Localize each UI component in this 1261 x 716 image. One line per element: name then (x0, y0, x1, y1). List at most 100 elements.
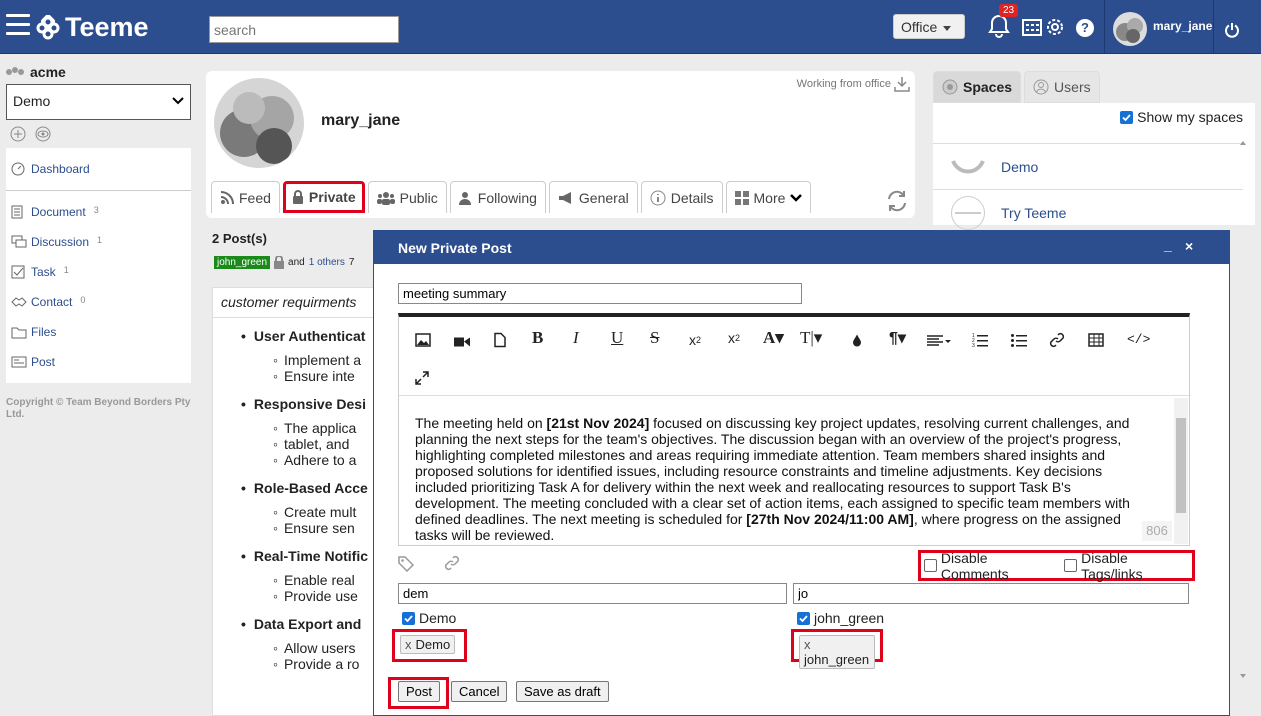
bold-icon[interactable]: B (532, 328, 543, 347)
eye-icon[interactable] (34, 126, 52, 142)
user-menu[interactable]: mary_jane (1104, 0, 1214, 54)
text-color-icon[interactable] (852, 331, 862, 349)
sidebar-item-files[interactable]: Files (6, 317, 191, 347)
show-my-spaces-toggle[interactable]: Show my spaces (1120, 109, 1243, 125)
file-icon[interactable] (494, 331, 506, 349)
cancel-button[interactable]: Cancel (451, 681, 508, 702)
ordered-list-icon[interactable]: 123 (972, 331, 988, 349)
tab-details[interactable]: Details (640, 181, 723, 213)
subscript-icon[interactable]: x2 (689, 331, 701, 349)
post-content: customer requirments User Authenticat Im… (212, 287, 374, 716)
tab-general[interactable]: General (548, 181, 638, 213)
list-item[interactable]: Try Teeme (933, 189, 1243, 235)
calendar-icon[interactable] (1022, 18, 1042, 36)
bell-icon[interactable] (988, 14, 1010, 38)
sidebar-item-post[interactable]: Post (6, 347, 191, 377)
tab-label: Private (308, 189, 356, 205)
tab-more[interactable]: More (725, 181, 812, 213)
italic-icon[interactable]: I (573, 328, 579, 347)
editor-content[interactable]: The meeting held on [21st Nov 2024] focu… (415, 415, 1145, 543)
fullscreen-icon[interactable] (415, 369, 429, 387)
underline-icon[interactable]: U (611, 328, 623, 347)
workspace-dropdown[interactable]: Office (893, 14, 965, 39)
new-post-dialog: New Private Post _ × B I U S x2 x2 A▾ T|… (373, 230, 1230, 716)
strikethrough-icon[interactable]: S (650, 328, 659, 347)
tab-following[interactable]: Following (449, 181, 546, 213)
count-badge: 1 (63, 265, 69, 275)
count-badge: 3 (93, 205, 99, 215)
code-view-icon[interactable]: </> (1127, 330, 1150, 348)
unordered-list-icon[interactable] (1011, 331, 1027, 349)
tab-feed[interactable]: Feed (211, 181, 280, 213)
list-item[interactable]: Demo (933, 143, 1243, 189)
space-option-demo[interactable]: Demo (402, 610, 456, 626)
sidebar-item-task[interactable]: Task 1 (6, 257, 191, 287)
font-size-icon[interactable]: A▾ (763, 328, 784, 347)
tab-spaces[interactable]: Spaces (933, 71, 1022, 103)
editor-scrollbar[interactable] (1174, 398, 1188, 544)
author-tag[interactable]: john_green (214, 256, 271, 269)
superscript-icon[interactable]: x2 (728, 329, 740, 347)
editor-text-segment: [27th Nov 2024/11:00 AM] (746, 511, 914, 527)
disable-tags-checkbox[interactable] (1064, 559, 1078, 572)
chip-remove-icon[interactable]: x (804, 637, 811, 652)
sidebar-item-dashboard[interactable]: Dashboard (6, 154, 191, 184)
folder-icon (11, 327, 27, 338)
checkbox-checked-icon[interactable] (402, 611, 415, 625)
subject-input[interactable] (398, 283, 802, 304)
tab-users[interactable]: Users (1024, 71, 1100, 103)
space-name: Demo (1001, 158, 1039, 175)
user-circle-icon (1033, 79, 1049, 95)
link-icon[interactable] (1049, 331, 1065, 349)
gear-icon[interactable] (1045, 17, 1065, 37)
chip[interactable]: x Demo (400, 635, 456, 654)
add-circle-icon[interactable] (10, 126, 26, 142)
others-link[interactable]: 1 others (309, 257, 345, 268)
video-icon[interactable] (454, 333, 470, 351)
sidebar-item-label: Contact (31, 295, 73, 309)
power-icon[interactable] (1224, 22, 1240, 38)
post-button[interactable]: Post (398, 681, 441, 702)
space-select-value: Demo (13, 93, 51, 109)
tab-private[interactable]: Private (282, 181, 365, 213)
org-name: acme (30, 64, 66, 80)
align-icon[interactable] (927, 332, 951, 350)
app-logo[interactable]: Teeme (35, 12, 149, 43)
tag-icon[interactable] (398, 556, 414, 572)
minimize-button[interactable]: _ (1164, 237, 1172, 253)
table-icon[interactable] (1088, 331, 1104, 349)
user-option-john-green[interactable]: john_green (797, 610, 884, 626)
save-draft-button[interactable]: Save as draft (516, 681, 609, 702)
post-count: 2 Post(s) (212, 231, 267, 246)
username-label: mary_jane (1153, 19, 1213, 33)
profile-avatar (214, 78, 304, 168)
chip-remove-icon[interactable]: x (405, 637, 412, 652)
image-icon[interactable] (415, 331, 431, 349)
search-input[interactable] (209, 16, 399, 43)
hamburger-menu-icon[interactable] (6, 14, 30, 36)
user-search-input[interactable] (793, 583, 1189, 604)
chevron-down-icon (172, 97, 184, 105)
page-scrollbar[interactable] (1236, 136, 1250, 684)
sidebar-item-discussion[interactable]: Discussion 1 (6, 227, 191, 257)
tab-public[interactable]: Public (367, 181, 447, 213)
link-icon[interactable] (444, 555, 460, 571)
checkbox-checked-icon[interactable] (797, 611, 810, 625)
line-height-icon[interactable]: T|▾ (800, 328, 822, 347)
space-search-input[interactable] (398, 583, 787, 604)
download-icon[interactable] (893, 75, 911, 93)
sidebar-item-label: Files (31, 325, 57, 339)
space-select[interactable]: Demo (6, 84, 191, 120)
close-button[interactable]: × (1185, 238, 1193, 254)
refresh-icon[interactable] (885, 189, 909, 213)
checkbox-checked-icon[interactable] (1120, 110, 1134, 124)
list-item: The applica (273, 420, 373, 436)
sidebar-item-document[interactable]: Document 3 (6, 197, 191, 227)
chip[interactable]: xjohn_green (799, 635, 875, 669)
help-icon[interactable]: ? (1076, 19, 1094, 37)
sidebar-item-contact[interactable]: Contact 0 (6, 287, 191, 317)
paragraph-icon[interactable]: ¶▾ (889, 329, 906, 347)
tab-label: Users (1054, 79, 1091, 95)
list-item: Create mult (273, 504, 373, 520)
disable-comments-checkbox[interactable] (924, 559, 937, 572)
